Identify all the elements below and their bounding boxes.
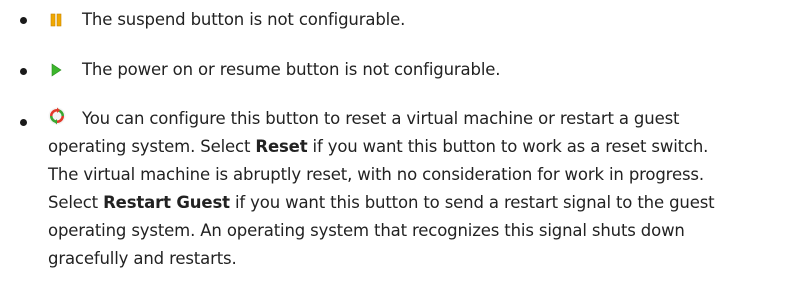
bullet-text-line: You can configure this button to reset a… [82, 109, 680, 128]
bullet-dot [20, 119, 27, 126]
suspend-icon [50, 13, 62, 27]
bullet-text: The power on or resume button is not con… [82, 60, 501, 79]
bullet-text-line: The virtual machine is abruptly reset, w… [48, 165, 704, 184]
reset-option-label: Reset [255, 137, 308, 156]
restart-guest-option-label: Restart Guest [103, 193, 230, 212]
reset-restart-icon [48, 107, 66, 125]
bullet-text-line: Select Restart Guest if you want this bu… [48, 193, 715, 212]
bullet-text-line: operating system. Select Reset if you wa… [48, 137, 709, 156]
power-on-resume-icon [51, 63, 62, 77]
bullet-text-line: operating system. An operating system th… [48, 221, 685, 240]
bullet-dot [20, 17, 27, 24]
bullet-dot [20, 68, 27, 75]
bullet-text-line: gracefully and restarts. [48, 249, 237, 268]
bullet-text: The suspend button is not configurable. [82, 10, 406, 29]
document-page: { "bullets": [ { "icon": "suspend-icon",… [0, 0, 809, 286]
